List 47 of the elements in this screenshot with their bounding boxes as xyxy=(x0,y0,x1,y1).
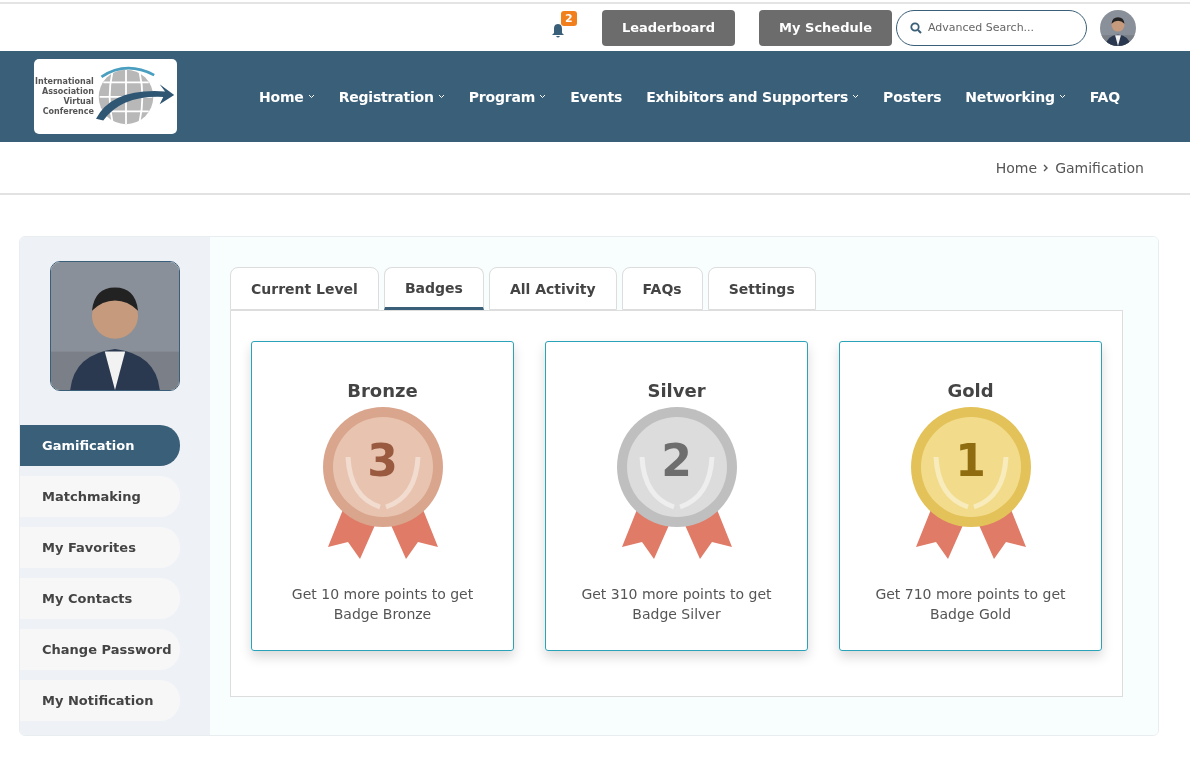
chevron-down-icon xyxy=(307,94,315,99)
chevron-down-icon xyxy=(539,94,547,99)
tab[interactable]: Current Level xyxy=(230,267,379,310)
logo-text: Virtual xyxy=(63,96,94,107)
nav-link[interactable]: FAQ xyxy=(1077,88,1132,105)
nav-link[interactable]: Exhibitors and Supporters xyxy=(634,88,872,105)
badge-title: Silver xyxy=(647,380,706,401)
sidebar-item[interactable]: Change Password xyxy=(20,629,180,670)
tab[interactable]: All Activity xyxy=(488,267,617,310)
medal-numeral: 3 xyxy=(366,435,399,486)
nav-link[interactable]: Program xyxy=(456,88,559,105)
sidebar-item[interactable]: Gamification xyxy=(20,425,180,466)
chevron-down-icon xyxy=(852,94,860,99)
breadcrumb-current: Gamification xyxy=(1055,159,1144,176)
badge-title: Bronze xyxy=(347,380,418,401)
nav-link[interactable]: Events xyxy=(558,88,635,105)
logo-text: International xyxy=(35,76,94,87)
badge-description: Get 710 more points to get Badge Gold xyxy=(874,585,1067,624)
badge-description: Get 310 more points to get Badge Silver xyxy=(580,585,773,624)
medal-numeral: 2 xyxy=(660,435,693,486)
sidebar-item[interactable]: Matchmaking xyxy=(20,476,180,517)
sidebar-item[interactable]: My Favorites xyxy=(20,527,180,568)
nav-link[interactable]: Registration xyxy=(326,88,457,105)
badge-description: Get 10 more points to get Badge Bronze xyxy=(290,585,475,624)
nav-link[interactable]: Home xyxy=(247,88,327,105)
chevron-down-icon xyxy=(1058,94,1066,99)
medal-numeral: 1 xyxy=(954,435,987,486)
tab[interactable]: Badges xyxy=(383,267,484,310)
nav-button[interactable]: Leaderboard xyxy=(601,9,736,46)
search-icon xyxy=(910,21,922,34)
logo[interactable]: International Association Virtual Conference xyxy=(34,59,177,134)
logo-text: Conference xyxy=(42,106,94,117)
nav-link[interactable]: Posters xyxy=(871,88,954,105)
badge-title: Gold xyxy=(947,380,994,401)
search-field[interactable]: Advanced Search... xyxy=(896,9,1087,46)
chevron-right-icon xyxy=(1043,163,1050,172)
avatar[interactable] xyxy=(1100,9,1136,46)
nav-button[interactable]: My Schedule xyxy=(759,9,892,46)
chevron-down-icon xyxy=(437,94,445,99)
tab[interactable]: FAQs xyxy=(621,267,703,310)
nav-link[interactable]: Networking xyxy=(953,88,1078,105)
sidebar-item[interactable]: My Notification xyxy=(20,680,180,721)
logo-text: Association xyxy=(42,86,94,97)
tab[interactable]: Settings xyxy=(707,267,816,310)
breadcrumb-link[interactable]: Home xyxy=(995,159,1038,176)
notification-count: 2 xyxy=(560,10,577,26)
sidebar-item[interactable]: My Contacts xyxy=(20,578,180,619)
